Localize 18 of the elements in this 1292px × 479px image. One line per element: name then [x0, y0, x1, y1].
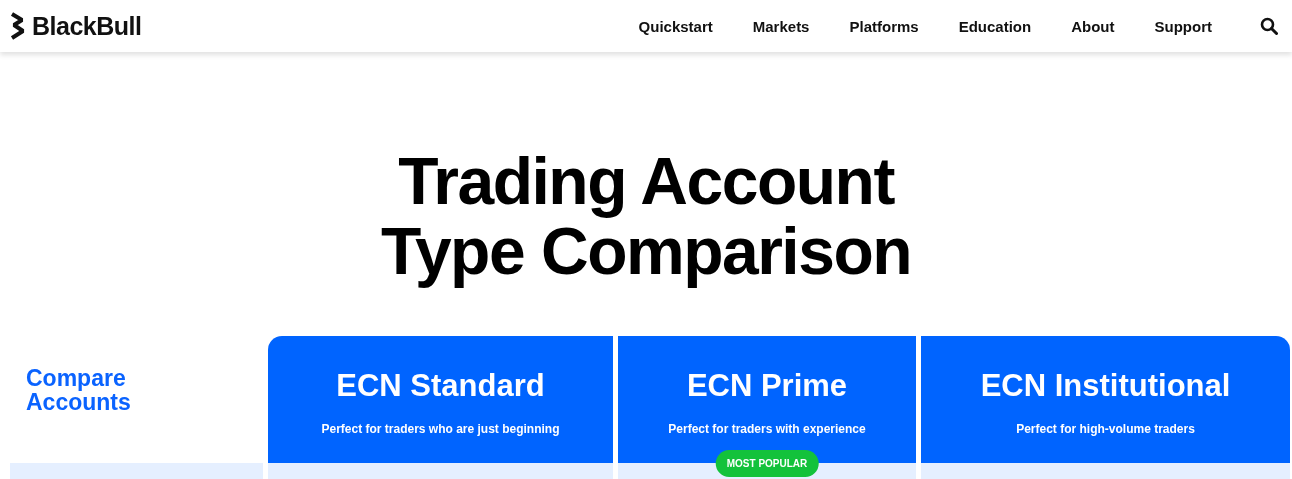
search-icon[interactable] [1260, 17, 1278, 35]
nav-link[interactable]: Support [1154, 17, 1212, 35]
popular-badge: MOST POPULAR [715, 450, 819, 477]
section-label: Compare Accounts [25, 364, 132, 414]
brand-logo[interactable]: BlackBull [32, 11, 142, 41]
account-name: ECN Institutional [980, 368, 1231, 404]
nav-link[interactable]: Platforms [849, 17, 919, 35]
logo-icon [10, 12, 26, 40]
account-tagline: Perfect for traders who are just beginning [321, 422, 560, 436]
account-name: ECN Prime [686, 368, 848, 404]
nav-link[interactable]: Quickstart [638, 17, 713, 35]
nav-link[interactable]: About [1071, 17, 1115, 35]
page-title: Trading Account Type Comparison [380, 146, 912, 286]
account-tagline: Perfect for traders with experience [668, 422, 866, 436]
nav-link[interactable]: Education [958, 17, 1032, 35]
account-name: ECN Standard [336, 368, 545, 404]
account-tagline: Perfect for high-volume traders [1016, 422, 1195, 436]
nav-link[interactable]: Markets [752, 17, 810, 35]
